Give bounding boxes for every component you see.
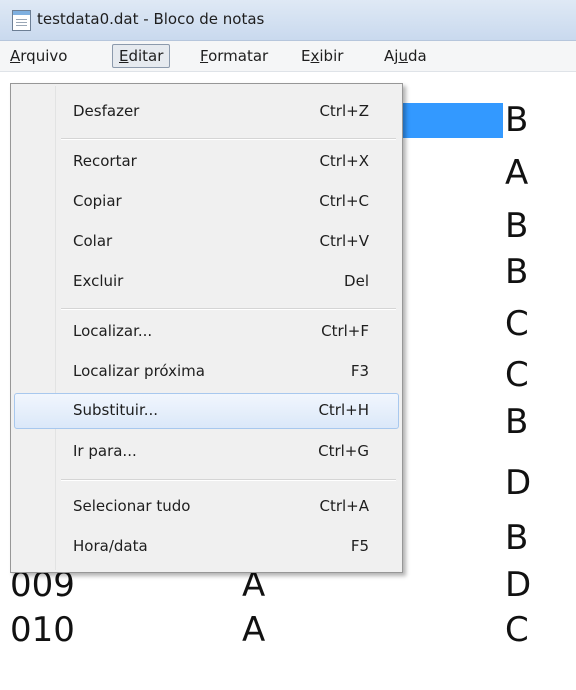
menu-item-label: Localizar...: [73, 322, 153, 340]
menu-item-selecionar-tudo[interactable]: Selecionar tudo Ctrl+A: [14, 489, 399, 525]
cell-col3: C: [505, 355, 529, 395]
cell-col1: 010: [10, 610, 75, 650]
menu-arquivo[interactable]: Arquivo: [6, 47, 71, 65]
menu-item-label: Recortar: [73, 152, 137, 170]
menu-item-copiar[interactable]: Copiar Ctrl+C: [14, 184, 399, 220]
menu-item-shortcut: Ctrl+H: [318, 401, 369, 419]
menu-item-recortar[interactable]: Recortar Ctrl+X: [14, 144, 399, 180]
menu-item-colar[interactable]: Colar Ctrl+V: [14, 224, 399, 260]
cell-col3: B: [505, 252, 529, 292]
cell-col3: B: [505, 206, 529, 246]
cell-col3: B: [505, 100, 529, 140]
menu-exibir[interactable]: Exibir: [297, 47, 347, 65]
menu-formatar-accel: F: [200, 47, 209, 65]
menu-editar[interactable]: Editar: [112, 44, 171, 68]
menu-item-shortcut: Ctrl+A: [319, 497, 369, 515]
menu-item-localizar[interactable]: Localizar... Ctrl+F: [14, 314, 399, 350]
menu-item-label: Colar: [73, 232, 113, 250]
menu-exibir-label: ibir: [319, 47, 344, 65]
menu-item-shortcut: Ctrl+C: [319, 192, 369, 210]
edit-menu-dropdown: Desfazer Ctrl+Z Recortar Ctrl+X Copiar C…: [10, 83, 403, 573]
menu-item-label: Desfazer: [73, 102, 140, 120]
menu-item-shortcut: F3: [350, 362, 369, 380]
cell-col3: D: [505, 565, 532, 605]
menu-ajuda-accel: u: [398, 47, 408, 65]
cell-col3: B: [505, 518, 529, 558]
window-title: testdata0.dat - Bloco de notas: [37, 10, 265, 28]
menu-ajuda-pre: Aj: [384, 47, 399, 65]
menu-arquivo-accel: A: [10, 47, 21, 65]
menu-arquivo-label: rquivo: [20, 47, 68, 65]
cell-col3: D: [505, 463, 532, 503]
menu-item-label: Localizar próxima: [73, 362, 205, 380]
menu-item-shortcut: Del: [344, 272, 369, 290]
menu-item-shortcut: Ctrl+G: [318, 442, 369, 460]
menu-bar: Arquivo Editar Formatar Exibir Ajuda: [0, 41, 576, 72]
menu-item-shortcut: F5: [350, 537, 369, 555]
menu-formatar[interactable]: Formatar: [196, 47, 272, 65]
cell-col3: C: [505, 610, 529, 650]
cell-col3: B: [505, 402, 529, 442]
menu-item-desfazer[interactable]: Desfazer Ctrl+Z: [14, 94, 399, 130]
title-bar: testdata0.dat - Bloco de notas: [0, 0, 576, 41]
menu-item-label: Selecionar tudo: [73, 497, 191, 515]
notepad-icon: [12, 10, 31, 31]
menu-item-label: Ir para...: [73, 442, 137, 460]
menu-editar-label: ditar: [128, 47, 164, 65]
menu-item-excluir[interactable]: Excluir Del: [14, 264, 399, 300]
menu-item-shortcut: Ctrl+F: [321, 322, 369, 340]
menu-ajuda-label: da: [407, 47, 427, 65]
menu-item-hora-data[interactable]: Hora/data F5: [14, 529, 399, 565]
menu-item-label: Hora/data: [73, 537, 148, 555]
menu-item-label: Copiar: [73, 192, 122, 210]
menu-item-label: Excluir: [73, 272, 124, 290]
menu-item-shortcut: Ctrl+X: [319, 152, 369, 170]
menu-item-localizar-proxima[interactable]: Localizar próxima F3: [14, 354, 399, 390]
menu-item-shortcut: Ctrl+Z: [319, 102, 369, 120]
menu-separator: [61, 308, 396, 310]
menu-item-shortcut: Ctrl+V: [319, 232, 369, 250]
menu-formatar-label: ormatar: [208, 47, 269, 65]
cell-col2: A: [242, 610, 266, 650]
menu-item-ir-para[interactable]: Ir para... Ctrl+G: [14, 434, 399, 470]
text-row: 010 A C: [0, 610, 576, 650]
menu-item-substituir[interactable]: Substituir... Ctrl+H: [14, 393, 399, 429]
menu-separator: [61, 138, 396, 140]
cell-col3: A: [505, 153, 529, 193]
menu-separator: [61, 479, 396, 481]
menu-ajuda[interactable]: Ajuda: [380, 47, 431, 65]
menu-item-label: Substituir...: [73, 401, 159, 419]
cell-col3: C: [505, 304, 529, 344]
